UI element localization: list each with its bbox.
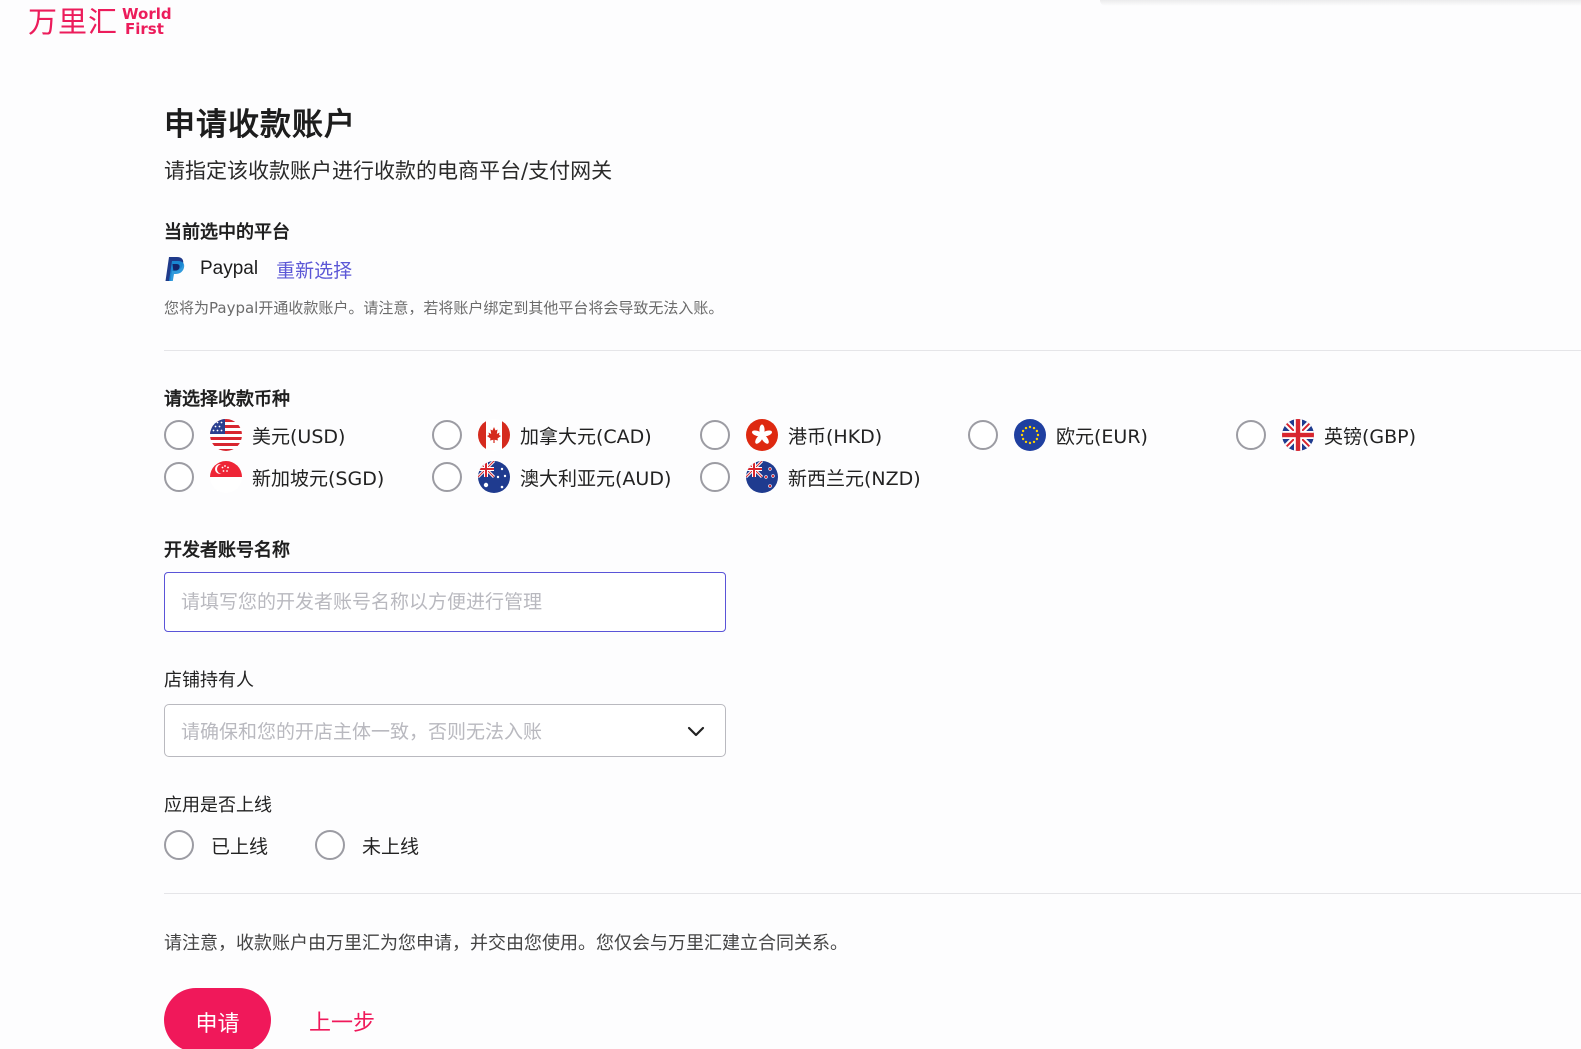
paypal-icon [165,257,185,281]
currency-option-hkd[interactable]: 港币(HKD) [700,418,882,452]
online-status-label: 应用是否上线 [164,795,272,816]
nz-flag-icon [746,461,778,493]
platform-name: Paypal [200,258,259,279]
platform-section-label: 当前选中的平台 [164,222,290,243]
currency-label: 美元(USD) [252,425,346,448]
us-flag-icon [210,419,242,451]
currency-options: 美元(USD) 加拿大元(CAD) 港币(HKD) 欧元(EUR) 英镑(GBP… [164,418,1564,498]
currency-label: 欧元(EUR) [1056,425,1148,448]
section-divider [164,893,1581,894]
platform-note: 您将为Paypal开通收款账户。请注意，若将账户绑定到其他平台将会导致无法入账。 [164,299,724,317]
currency-option-gbp[interactable]: 英镑(GBP) [1236,418,1416,452]
currency-label: 新加坡元(SGD) [252,467,385,490]
currency-option-cad[interactable]: 加拿大元(CAD) [432,418,652,452]
logo-chinese-text: 万里汇 [28,5,119,39]
selected-platform: Paypal 重新选择 [164,255,352,283]
currency-radio[interactable] [164,462,194,492]
currency-section-label: 请选择收款币种 [164,389,290,410]
currency-radio[interactable] [1236,420,1266,450]
online-option-label: 已上线 [211,835,269,858]
worldfirst-logo[interactable]: 万里汇 World First [28,4,172,40]
store-owner-select[interactable]: 请确保和您的开店主体一致，否则无法入账 [164,704,726,757]
currency-radio[interactable] [164,420,194,450]
online-radio[interactable] [315,830,346,860]
currency-option-sgd[interactable]: 新加坡元(SGD) [164,460,384,494]
currency-radio[interactable] [700,462,730,492]
logo-english-text: World First [122,5,172,38]
currency-radio[interactable] [432,420,462,450]
au-flag-icon [478,461,510,493]
apply-button[interactable]: 申请 [164,988,271,1049]
currency-label: 英镑(GBP) [1324,425,1417,448]
chevron-down-icon [687,726,705,736]
eu-flag-icon [1014,419,1046,451]
currency-option-usd[interactable]: 美元(USD) [164,418,345,452]
currency-radio[interactable] [700,420,730,450]
currency-label: 澳大利亚元(AUD) [520,467,672,490]
previous-step-link[interactable]: 上一步 [309,1005,375,1037]
page-subtitle: 请指定该收款账户进行收款的电商平台/支付网关 [164,159,613,183]
currency-radio[interactable] [432,462,462,492]
currency-radio[interactable] [968,420,998,450]
online-status-options: 已上线 未上线 [164,828,466,862]
ca-flag-icon [478,419,510,451]
developer-account-input[interactable] [164,572,726,632]
store-owner-label: 店铺持有人 [164,670,254,691]
reselect-platform-link[interactable]: 重新选择 [276,256,352,283]
currency-option-aud[interactable]: 澳大利亚元(AUD) [432,460,671,494]
currency-option-eur[interactable]: 欧元(EUR) [968,418,1148,452]
sg-flag-icon [210,461,242,493]
hk-flag-icon [746,419,778,451]
online-option-not-live[interactable]: 未上线 [315,830,419,860]
online-option-live[interactable]: 已上线 [164,830,268,860]
online-option-label: 未上线 [362,835,420,858]
currency-label: 港币(HKD) [788,425,883,448]
developer-account-label: 开发者账号名称 [164,540,290,561]
currency-label: 新西兰元(NZD) [788,467,921,490]
section-divider [164,350,1581,351]
contract-note: 请注意，收款账户由万里汇为您申请，并交由您使用。您仅会与万里汇建立合同关系。 [164,933,848,954]
page-title: 申请收款账户 [164,107,356,143]
store-owner-placeholder: 请确保和您的开店主体一致，否则无法入账 [181,721,543,743]
gb-flag-icon [1282,419,1314,451]
currency-option-nzd[interactable]: 新西兰元(NZD) [700,460,921,494]
currency-label: 加拿大元(CAD) [520,425,652,448]
top-right-panel-shadow [1100,0,1581,6]
online-radio[interactable] [164,830,194,860]
